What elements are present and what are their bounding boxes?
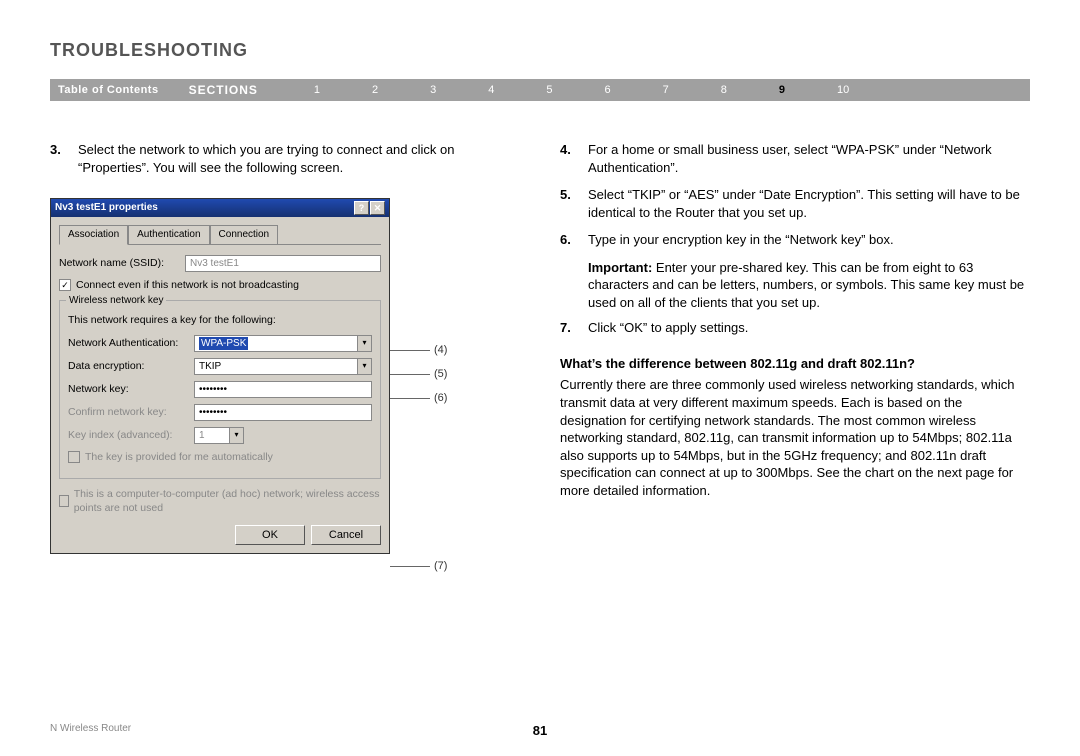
network-key-field[interactable]: •••••••• [194, 381, 372, 398]
step-text: Type in your encryption key in the “Netw… [588, 231, 1020, 249]
section-link-10[interactable]: 10 [837, 84, 849, 96]
section-link-7[interactable]: 7 [663, 84, 669, 96]
group-title: Wireless network key [66, 294, 166, 308]
left-column: 3. Select the network to which you are t… [50, 141, 520, 554]
section-link-2[interactable]: 2 [372, 84, 378, 96]
important-label: Important: [588, 260, 652, 275]
important-note: Important: Enter your pre-shared key. Th… [560, 259, 1030, 312]
step-number: 6. [560, 231, 588, 249]
page-number: 81 [533, 723, 547, 738]
adhoc-checkbox [59, 495, 69, 507]
step-number: 7. [560, 319, 588, 337]
auth-select[interactable]: WPA-PSK ▾ [194, 335, 372, 352]
step-4: 4. For a home or small business user, se… [560, 141, 1030, 176]
chevron-down-icon: ▾ [357, 359, 371, 374]
key-index-select: 1 ▾ [194, 427, 244, 444]
callout-6: (6) [434, 391, 447, 406]
step-text: For a home or small business user, selec… [588, 141, 1020, 176]
step-7: 7. Click “OK” to apply settings. [560, 319, 1030, 337]
toc-label[interactable]: Table of Contents [58, 84, 159, 96]
properties-dialog-image: Nv3 testE1 properties ? ✕ Association Au… [50, 198, 430, 554]
section-link-4[interactable]: 4 [488, 84, 494, 96]
group-note: This network requires a key for the foll… [68, 313, 372, 327]
confirm-key-field[interactable]: •••••••• [194, 404, 372, 421]
callout-5: (5) [434, 367, 447, 382]
step-number: 3. [50, 141, 78, 176]
adhoc-checkbox-label: This is a computer-to-computer (ad hoc) … [74, 487, 381, 515]
section-nav: Table of Contents SECTIONS 1 2 3 4 5 6 7… [50, 79, 1030, 101]
callout-7: (7) [434, 559, 447, 574]
step-text: Click “OK” to apply settings. [588, 319, 1020, 337]
step-5: 5. Select “TKIP” or “AES” under “Date En… [560, 186, 1030, 221]
callout-4: (4) [434, 343, 447, 358]
step-number: 4. [560, 141, 588, 176]
section-link-1[interactable]: 1 [314, 84, 320, 96]
section-link-9[interactable]: 9 [779, 84, 785, 96]
tab-association[interactable]: Association [59, 225, 128, 245]
auth-label: Network Authentication: [68, 336, 188, 350]
encryption-select[interactable]: TKIP ▾ [194, 358, 372, 375]
encryption-label: Data encryption: [68, 359, 188, 373]
ssid-field[interactable]: Nv3 testE1 [185, 255, 381, 272]
step-text: Select “TKIP” or “AES” under “Date Encry… [588, 186, 1020, 221]
close-icon[interactable]: ✕ [370, 201, 385, 215]
chevron-down-icon: ▾ [357, 336, 371, 351]
page-footer: N Wireless Router 81 [50, 723, 1030, 734]
ok-button[interactable]: OK [235, 525, 305, 545]
dialog-titlebar: Nv3 testE1 properties ? ✕ [51, 199, 389, 217]
auto-key-checkbox [68, 451, 80, 463]
step-3: 3. Select the network to which you are t… [50, 141, 520, 176]
spinner-icon: ▾ [229, 428, 243, 443]
help-icon[interactable]: ? [354, 201, 369, 215]
tab-connection[interactable]: Connection [210, 225, 279, 244]
section-link-3[interactable]: 3 [430, 84, 436, 96]
section-link-8[interactable]: 8 [721, 84, 727, 96]
body-paragraph: Currently there are three commonly used … [560, 376, 1030, 499]
cancel-button[interactable]: Cancel [311, 525, 381, 545]
wireless-key-group: Wireless network key This network requir… [59, 300, 381, 479]
confirm-key-label: Confirm network key: [68, 405, 188, 419]
network-key-label: Network key: [68, 382, 188, 396]
key-index-label: Key index (advanced): [68, 428, 188, 442]
page-title: TROUBLESHOOTING [50, 40, 1030, 61]
auto-key-checkbox-label: The key is provided for me automatically [85, 450, 273, 464]
right-column: 4. For a home or small business user, se… [560, 141, 1030, 554]
step-number: 5. [560, 186, 588, 221]
ssid-label: Network name (SSID): [59, 256, 179, 270]
section-link-6[interactable]: 6 [605, 84, 611, 96]
dialog-title: Nv3 testE1 properties [55, 201, 158, 215]
important-text: Enter your pre-shared key. This can be f… [588, 260, 1024, 310]
broadcast-checkbox-label: Connect even if this network is not broa… [76, 278, 299, 292]
product-name: N Wireless Router [50, 723, 131, 734]
step-6: 6. Type in your encryption key in the “N… [560, 231, 1030, 249]
section-link-5[interactable]: 5 [546, 84, 552, 96]
step-text: Select the network to which you are tryi… [78, 141, 510, 176]
dialog-tabs: Association Authentication Connection [59, 225, 381, 245]
sub-heading: What’s the difference between 802.11g an… [560, 355, 1030, 373]
broadcast-checkbox[interactable]: ✓ [59, 279, 71, 291]
tab-authentication[interactable]: Authentication [128, 225, 209, 244]
sections-label: SECTIONS [189, 83, 258, 97]
